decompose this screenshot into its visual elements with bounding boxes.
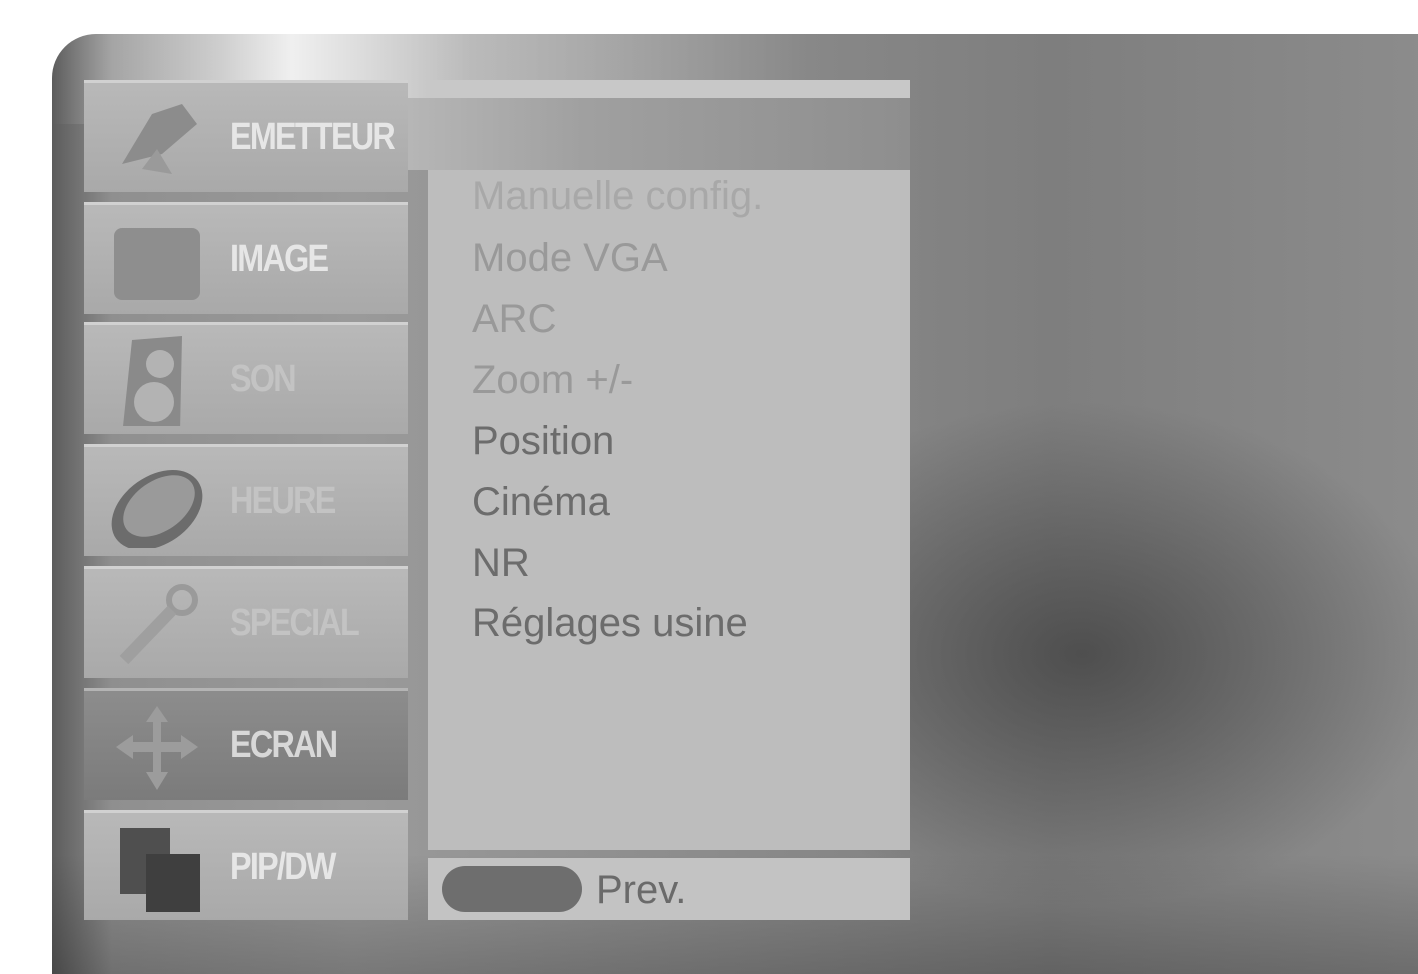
pip-screens-icon	[120, 828, 200, 912]
main-menu: EMETTEUR IMAGE SON HEURE SPECIAL ECRAN P…	[84, 80, 408, 920]
menu-item-heure[interactable]: HEURE	[84, 444, 408, 556]
submenu-item-position[interactable]: Position	[472, 419, 614, 464]
menu-item-emetteur[interactable]: EMETTEUR	[84, 80, 408, 192]
magnifier-icon	[119, 584, 198, 665]
submenu-highlight-band	[408, 98, 910, 170]
menu-item-ecran[interactable]: ECRAN	[84, 688, 408, 800]
menu-item-special[interactable]: SPECIAL	[84, 566, 408, 678]
menu-item-label: ECRAN	[230, 724, 338, 766]
submenu-panel: Manuelle config. Mode VGA ARC Zoom +/- P…	[428, 170, 910, 850]
satellite-dish-icon	[122, 104, 197, 174]
four-arrows-icon	[116, 706, 198, 790]
menu-item-label: PIP/DW	[230, 846, 336, 888]
menu-button-pill-icon[interactable]	[442, 866, 582, 912]
clock-icon	[111, 470, 203, 548]
submenu-item-manual-config[interactable]: Manuelle config.	[472, 174, 763, 219]
menu-item-image[interactable]: IMAGE	[84, 202, 408, 314]
menu-item-label: SPECIAL	[230, 602, 360, 644]
submenu-item-factory-reset[interactable]: Réglages usine	[472, 601, 748, 646]
speaker-icon	[123, 336, 182, 426]
menu-item-label: SON	[230, 358, 297, 400]
menu-item-label: IMAGE	[230, 238, 329, 280]
menu-item-pip-dw[interactable]: PIP/DW	[84, 810, 408, 920]
menu-item-label: HEURE	[230, 480, 336, 522]
picture-icon	[114, 228, 200, 300]
submenu-footer: Prev.	[428, 858, 910, 920]
menu-item-label: EMETTEUR	[230, 116, 396, 158]
submenu-item-cinema[interactable]: Cinéma	[472, 480, 610, 525]
submenu-item-nr[interactable]: NR	[472, 541, 530, 586]
submenu-header-bar	[428, 80, 910, 98]
submenu-item-arc[interactable]: ARC	[472, 297, 556, 342]
prev-label: Prev.	[596, 868, 687, 912]
submenu-item-mode-vga[interactable]: Mode VGA	[472, 236, 668, 281]
menu-item-son[interactable]: SON	[84, 322, 408, 434]
submenu-item-zoom[interactable]: Zoom +/-	[472, 358, 633, 403]
